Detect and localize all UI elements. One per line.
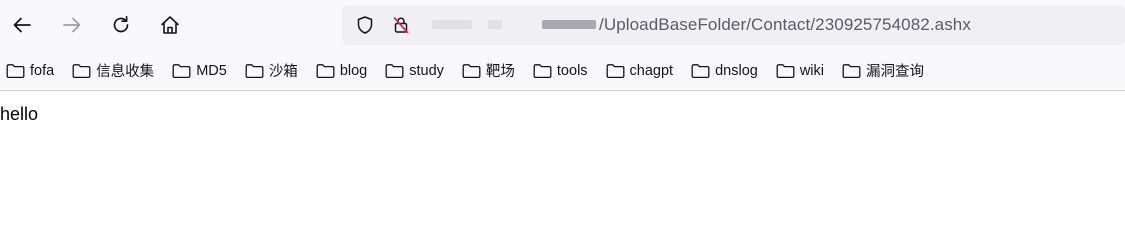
bookmark-folder-label: MD5	[196, 62, 227, 79]
navigation-toolbar: /UploadBaseFolder/Contact/230925754082.a…	[0, 0, 1125, 50]
bookmark-folder-item[interactable]: chagpt	[606, 62, 674, 79]
reload-button[interactable]	[105, 9, 137, 41]
home-icon	[161, 16, 179, 34]
forward-button[interactable]	[56, 9, 88, 41]
back-button[interactable]	[6, 9, 38, 41]
bookmark-folder-item[interactable]: fofa	[6, 63, 54, 79]
folder-icon	[842, 63, 861, 78]
bookmark-folder-label: 靶场	[485, 64, 515, 80]
url-bar[interactable]: /UploadBaseFolder/Contact/230925754082.a…	[342, 5, 1125, 45]
bookmark-folder-label: study	[409, 62, 444, 79]
folder-icon	[462, 63, 481, 78]
bookmark-folder-item[interactable]: study	[385, 63, 444, 79]
url-redacted-segment	[432, 20, 472, 29]
bookmark-folder-item[interactable]: tools	[533, 63, 588, 79]
arrow-left-icon	[13, 17, 31, 33]
bookmarks-list: fofa 信息收集 MD5 沙箱 blog study 靶场 tools chagpt dnslo…	[6, 60, 942, 81]
bookmark-folder-label: blog	[339, 62, 368, 79]
bookmark-folder-label: dnslog	[715, 62, 758, 79]
folder-icon	[172, 63, 191, 78]
bookmark-folder-label: chagpt	[629, 62, 674, 79]
bookmarks-toolbar: fofa 信息收集 MD5 沙箱 blog study 靶场 tools chagpt dnslo…	[0, 50, 1125, 91]
page-body-text: hello	[0, 104, 39, 124]
folder-icon	[776, 63, 795, 78]
bookmark-folder-item[interactable]: wiki	[776, 63, 824, 79]
arrow-right-icon	[63, 17, 81, 33]
bookmark-folder-label: fofa	[30, 62, 55, 79]
bookmark-folder-item[interactable]: 靶场	[462, 60, 515, 81]
bookmark-folder-label: 信息收集	[96, 64, 155, 80]
folder-icon	[606, 63, 624, 78]
bookmark-folder-item[interactable]: MD5	[172, 63, 227, 79]
folder-icon	[316, 63, 335, 78]
bookmark-folder-item[interactable]: 信息收集	[72, 60, 154, 81]
bookmark-folder-item[interactable]: dnslog	[691, 63, 758, 79]
bookmark-folder-label: tools	[556, 62, 588, 79]
bookmark-folder-label: wiki	[799, 62, 824, 79]
insecure-lock-icon[interactable]	[390, 14, 412, 36]
folder-icon	[691, 63, 710, 78]
bookmark-folder-label: 沙箱	[268, 64, 298, 80]
folder-icon	[6, 63, 25, 78]
bookmark-folder-item[interactable]: 漏洞查询	[842, 60, 924, 81]
url-text[interactable]: /UploadBaseFolder/Contact/230925754082.a…	[599, 15, 971, 35]
bookmark-folder-item[interactable]: 沙箱	[245, 60, 298, 81]
tracking-protection-shield-icon[interactable]	[354, 14, 376, 36]
folder-icon	[72, 63, 91, 78]
bookmark-folder-label: 漏洞查询	[866, 64, 924, 80]
url-redacted-segment	[488, 20, 502, 29]
folder-icon	[245, 63, 264, 78]
url-redacted-segment	[542, 20, 596, 29]
folder-icon	[385, 63, 404, 78]
home-button[interactable]	[154, 9, 186, 41]
folder-icon	[533, 63, 552, 78]
bookmark-folder-item[interactable]: blog	[316, 63, 367, 79]
reload-icon	[113, 15, 129, 33]
